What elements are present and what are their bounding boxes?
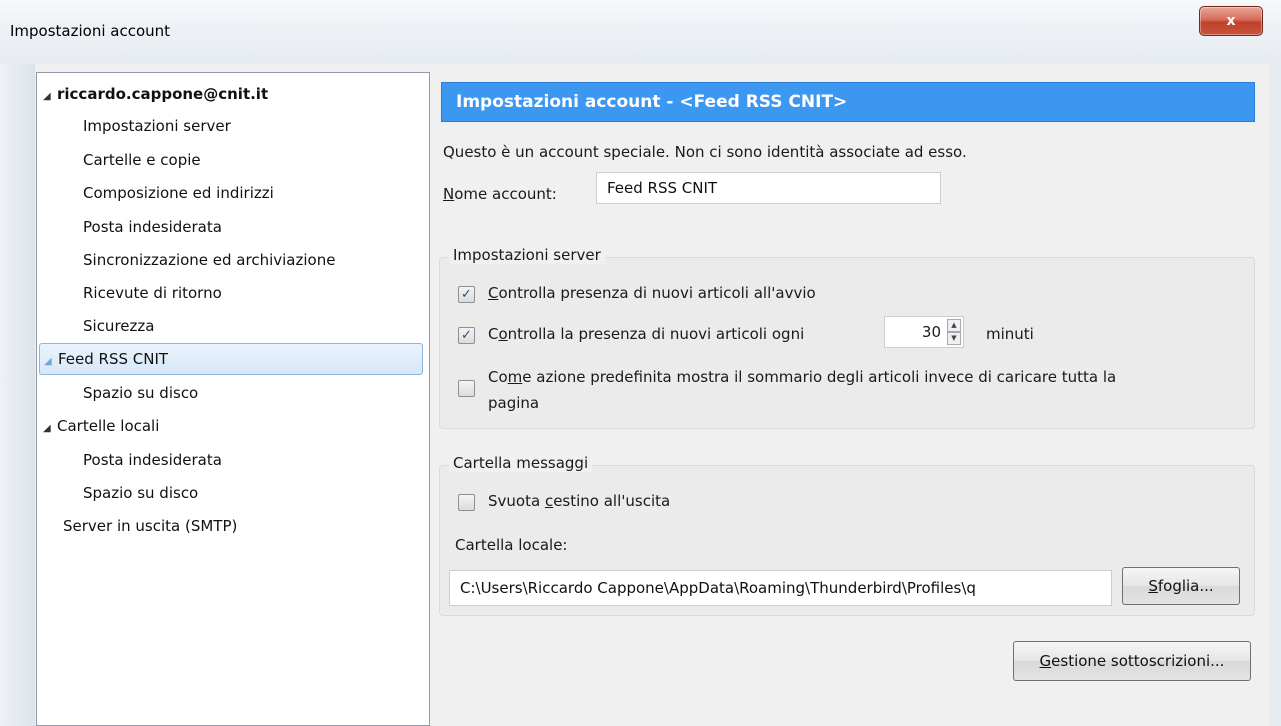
check-every-checkbox[interactable]: ✓ — [458, 327, 475, 344]
close-button[interactable]: x — [1199, 6, 1263, 36]
tree-item-junk[interactable]: Posta indesiderata — [83, 212, 222, 242]
empty-trash-checkbox[interactable] — [458, 494, 475, 511]
check-on-startup-checkbox[interactable]: ✓ — [458, 286, 475, 303]
show-summary-label[interactable]: Come azione predefinita mostra il sommar… — [488, 368, 1116, 386]
check-icon: ✓ — [461, 328, 472, 343]
spin-buttons[interactable]: ▲ ▼ — [947, 319, 961, 345]
spin-down-icon[interactable]: ▼ — [947, 332, 961, 345]
tree-item-server-settings[interactable]: Impostazioni server — [83, 111, 231, 141]
check-on-startup-label[interactable]: Controlla presenza di nuovi articoli all… — [488, 284, 816, 302]
tree-item-smtp-server[interactable]: Server in uscita (SMTP) — [63, 511, 237, 541]
window-frame-left — [0, 64, 35, 726]
local-folder-path-field[interactable]: C:\Users\Riccardo Cappone\AppData\Roamin… — [449, 570, 1112, 606]
tree-item-sync-archive[interactable]: Sincronizzazione ed archiviazione — [83, 245, 335, 275]
local-folder-label: Cartella locale: — [455, 536, 568, 554]
account-tree[interactable]: ◢ riccardo.cappone@cnit.it Impostazioni s… — [36, 72, 430, 726]
tree-item-security[interactable]: Sicurezza — [83, 311, 154, 341]
window-frame-right — [1270, 64, 1281, 726]
minutes-value: 30 — [921, 323, 941, 341]
window-title: Impostazioni account — [10, 22, 171, 40]
tree-item-receipts[interactable]: Ricevute di ritorno — [83, 278, 222, 308]
message-folder-legend: Cartella messaggi — [449, 454, 593, 472]
account-name-field[interactable]: Feed RSS CNIT — [596, 172, 941, 204]
manage-subscriptions-button[interactable]: Gestione sottoscrizioni... — [1013, 641, 1251, 681]
browse-button[interactable]: Sfoglia... — [1122, 567, 1240, 605]
server-settings-legend: Impostazioni server — [449, 246, 605, 264]
tree-item-label: Feed RSS CNIT — [58, 350, 169, 368]
check-every-label[interactable]: Controlla la presenza di nuovi articoli … — [488, 325, 804, 343]
tree-item-label: riccardo.cappone@cnit.it — [57, 85, 269, 103]
expanded-triangle-icon[interactable]: ◢ — [44, 347, 58, 377]
close-icon: x — [1226, 13, 1236, 29]
account-name-label: Nome account: — [443, 185, 557, 203]
expanded-triangle-icon[interactable]: ◢ — [43, 82, 57, 112]
tree-item-disk-space[interactable]: Spazio su disco — [83, 378, 198, 408]
empty-trash-label[interactable]: Svuota cestino all'uscita — [488, 492, 670, 510]
tree-item-local-folders[interactable]: ◢ Cartelle locali — [43, 411, 159, 441]
title-bar: Impostazioni account x — [0, 0, 1281, 64]
tree-item-local-junk[interactable]: Posta indesiderata — [83, 445, 222, 475]
tree-item-local-disk-space[interactable]: Spazio su disco — [83, 478, 198, 508]
tree-item-feed-rss-cnit[interactable]: ◢ Feed RSS CNIT — [39, 343, 423, 375]
page-title: Impostazioni account - <Feed RSS CNIT> — [441, 82, 1255, 122]
tree-item-folders-copies[interactable]: Cartelle e copie — [83, 145, 201, 175]
show-summary-checkbox[interactable] — [458, 380, 475, 397]
spin-up-icon[interactable]: ▲ — [947, 319, 961, 332]
show-summary-label-line2[interactable]: pagina — [488, 394, 539, 412]
check-icon: ✓ — [461, 287, 472, 302]
tree-item-composition[interactable]: Composizione ed indirizzi — [83, 178, 274, 208]
tree-item-label: Cartelle locali — [57, 417, 160, 435]
minutes-unit-label: minuti — [986, 325, 1034, 343]
tree-item-account-riccardo[interactable]: ◢ riccardo.cappone@cnit.it — [43, 79, 268, 109]
minutes-spinner[interactable]: 30 ▲ ▼ — [884, 316, 964, 348]
expanded-triangle-icon[interactable]: ◢ — [43, 414, 57, 444]
special-account-info: Questo è un account speciale. Non ci son… — [443, 143, 967, 161]
server-settings-group — [439, 257, 1255, 429]
